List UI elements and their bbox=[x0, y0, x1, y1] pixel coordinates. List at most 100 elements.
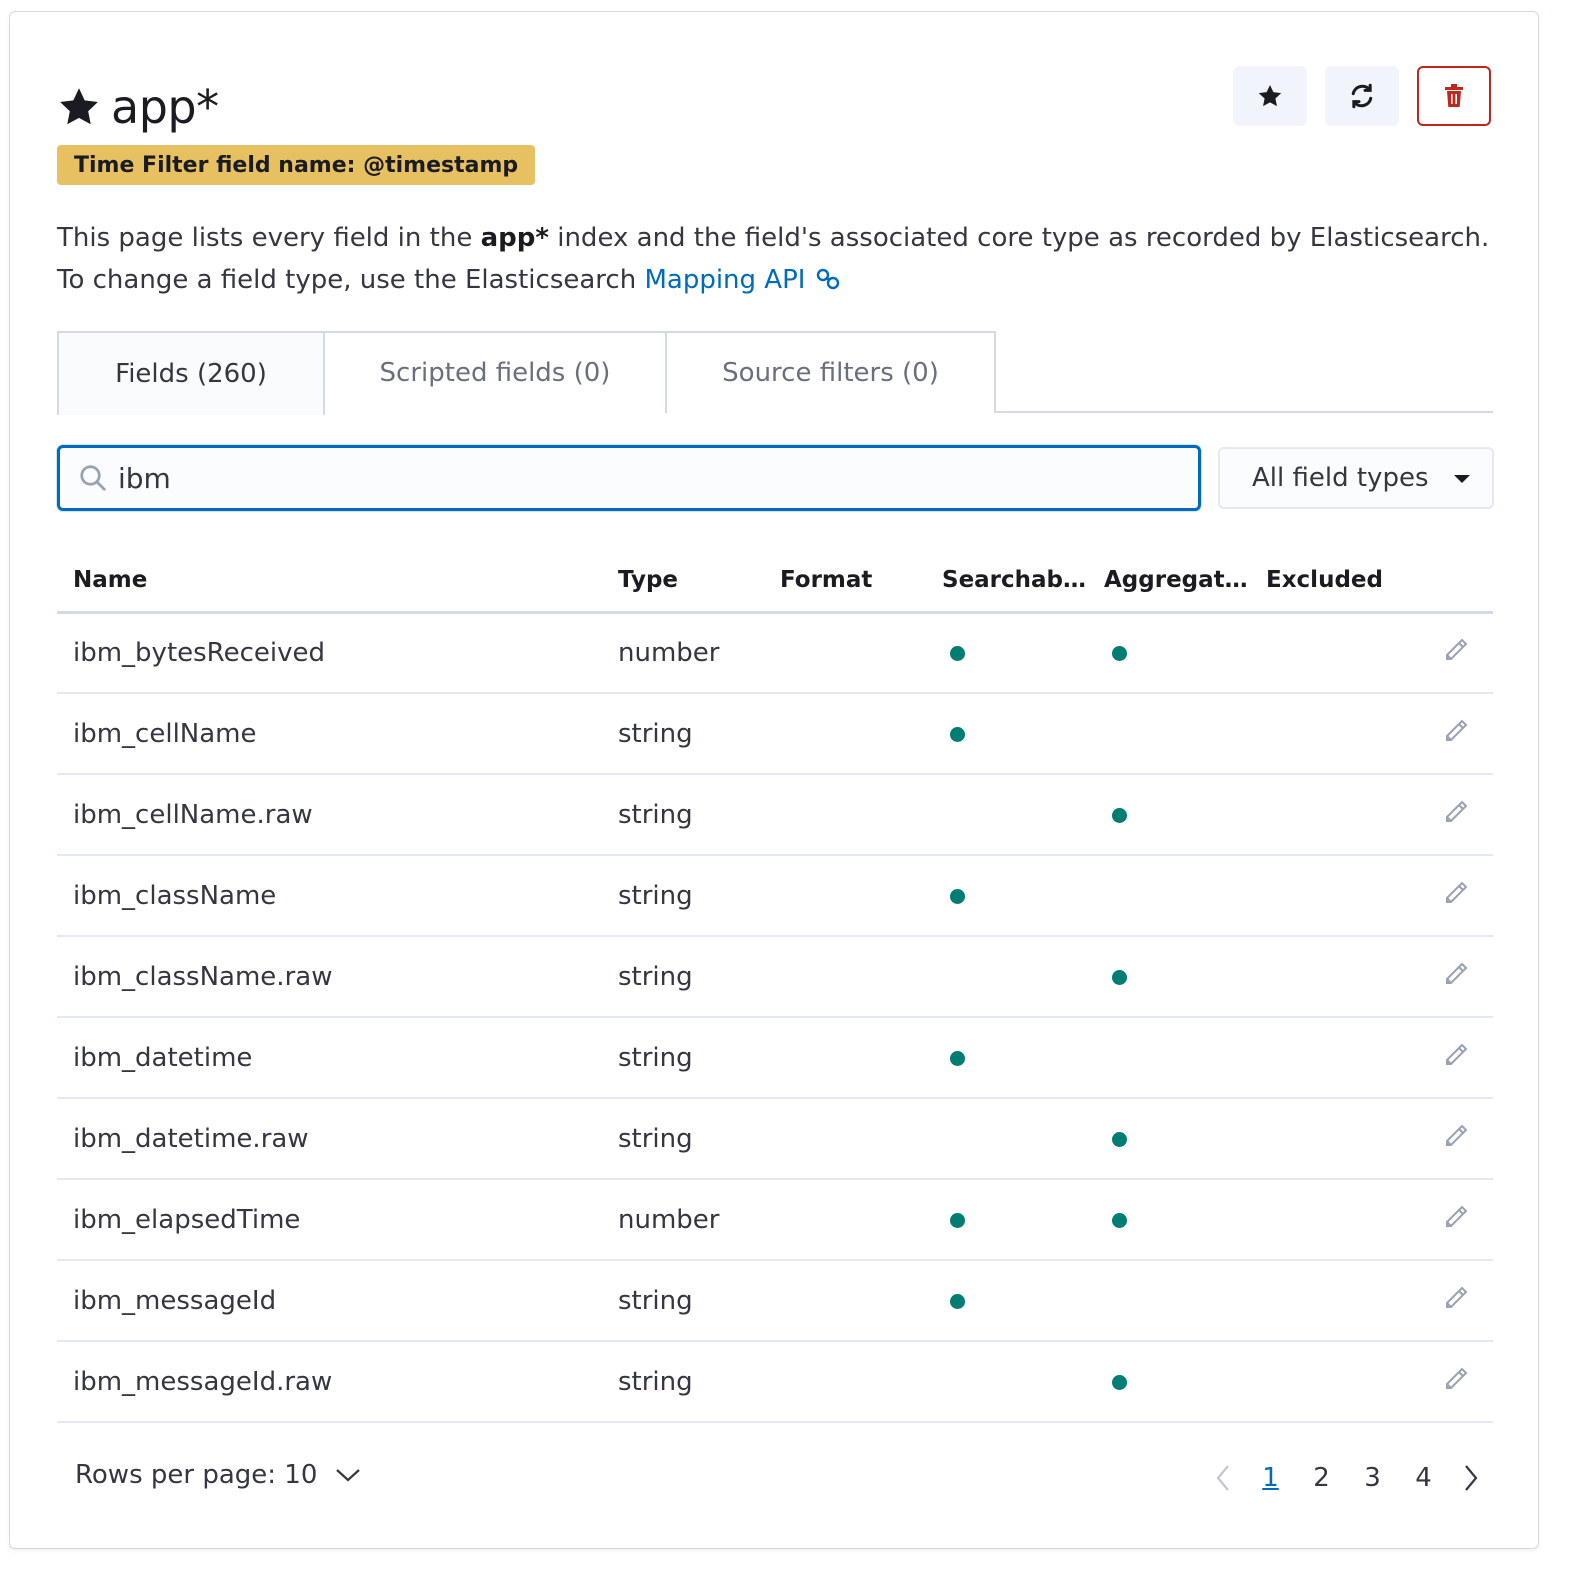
pencil-icon[interactable] bbox=[1441, 876, 1473, 908]
excluded-cell bbox=[1250, 612, 1412, 694]
chevron-right-icon bbox=[1465, 1465, 1478, 1491]
dot-icon bbox=[950, 726, 965, 742]
aggregatable-cell bbox=[1088, 1098, 1250, 1180]
edit-cell bbox=[1412, 855, 1493, 937]
star-icon bbox=[1258, 84, 1282, 107]
dot-icon bbox=[950, 1212, 965, 1228]
page-1-button[interactable]: 1 bbox=[1245, 1456, 1296, 1500]
field-name-cell: ibm_datetime.raw bbox=[57, 1098, 602, 1180]
previous-page-button[interactable] bbox=[1201, 1456, 1245, 1500]
table-row: ibm_className string bbox=[57, 855, 1493, 937]
aggregatable-cell bbox=[1088, 936, 1250, 1018]
column-header-type[interactable]: Type bbox=[602, 549, 764, 614]
table-row: ibm_messageId.raw string bbox=[57, 1341, 1493, 1423]
column-header-searchable[interactable]: Searchab... bbox=[926, 549, 1088, 614]
default-star-icon bbox=[60, 88, 98, 125]
searchable-cell bbox=[926, 1179, 1088, 1261]
dot-icon bbox=[1112, 1131, 1127, 1147]
dot-icon bbox=[950, 1293, 965, 1309]
pencil-icon[interactable] bbox=[1441, 1200, 1473, 1232]
pencil-icon[interactable] bbox=[1441, 633, 1473, 665]
refresh-icon bbox=[1351, 83, 1373, 109]
field-name-cell: ibm_datetime bbox=[57, 1017, 602, 1099]
delete-index-pattern-button[interactable] bbox=[1417, 66, 1491, 126]
tab-scripted-fields[interactable]: Scripted fields (0) bbox=[323, 331, 667, 413]
edit-cell bbox=[1412, 1098, 1493, 1180]
table-row: ibm_elapsedTime number bbox=[57, 1179, 1493, 1261]
page-4-button[interactable]: 4 bbox=[1398, 1456, 1449, 1500]
field-type-cell: string bbox=[602, 1017, 764, 1099]
field-type-filter[interactable]: All field types bbox=[1218, 447, 1494, 509]
table-row: ibm_cellName string bbox=[57, 693, 1493, 775]
field-type-filter-value: All field types bbox=[1252, 463, 1429, 493]
index-pattern-panel: app* Time Filter field name: @timestamp … bbox=[9, 11, 1539, 1549]
chevron-down-icon bbox=[336, 1469, 361, 1482]
column-header-excluded[interactable]: Excluded bbox=[1250, 549, 1412, 614]
external-link-icon bbox=[816, 268, 839, 290]
chevron-left-icon bbox=[1216, 1465, 1229, 1491]
column-header-name[interactable]: Name bbox=[57, 549, 602, 614]
fields-table: Name Type Format Searchab... Aggregat...… bbox=[57, 549, 1493, 1423]
searchable-cell bbox=[926, 936, 1088, 1018]
excluded-cell bbox=[1250, 774, 1412, 856]
searchable-cell bbox=[926, 693, 1088, 775]
edit-cell bbox=[1412, 936, 1493, 1018]
dot-icon bbox=[950, 888, 965, 904]
pencil-icon[interactable] bbox=[1441, 957, 1473, 989]
field-format-cell bbox=[764, 693, 926, 775]
table-row: ibm_messageId string bbox=[57, 1260, 1493, 1342]
tab-fields[interactable]: Fields (260) bbox=[57, 331, 325, 415]
column-header-aggregatable[interactable]: Aggregat... bbox=[1088, 549, 1250, 614]
trash-icon bbox=[1445, 84, 1463, 107]
table-row: ibm_bytesReceived number bbox=[57, 612, 1493, 694]
tab-source-filters[interactable]: Source filters (0) bbox=[665, 331, 996, 413]
field-search-input[interactable] bbox=[118, 461, 1118, 495]
table-row: ibm_cellName.raw string bbox=[57, 774, 1493, 856]
column-header-format[interactable]: Format bbox=[764, 549, 926, 614]
pencil-icon[interactable] bbox=[1441, 1119, 1473, 1151]
aggregatable-cell bbox=[1088, 1341, 1250, 1423]
searchable-cell bbox=[926, 1260, 1088, 1342]
field-format-cell bbox=[764, 612, 926, 694]
field-format-cell bbox=[764, 1179, 926, 1261]
searchable-cell bbox=[926, 1017, 1088, 1099]
aggregatable-cell bbox=[1088, 774, 1250, 856]
table-footer: Rows per page: 10 1 2 3 4 bbox=[57, 1448, 1493, 1508]
next-page-button[interactable] bbox=[1449, 1456, 1493, 1500]
pencil-icon[interactable] bbox=[1441, 1038, 1473, 1070]
field-type-cell: string bbox=[602, 693, 764, 775]
caret-down-icon bbox=[1454, 475, 1470, 483]
page-title: app* bbox=[111, 80, 219, 134]
pencil-icon[interactable] bbox=[1441, 795, 1473, 827]
mapping-api-link[interactable]: Mapping API bbox=[644, 265, 841, 295]
edit-cell bbox=[1412, 693, 1493, 775]
field-name-cell: ibm_className.raw bbox=[57, 936, 602, 1018]
pencil-icon[interactable] bbox=[1441, 1362, 1473, 1394]
set-default-button[interactable] bbox=[1233, 66, 1307, 126]
field-name-cell: ibm_cellName bbox=[57, 693, 602, 775]
field-type-cell: string bbox=[602, 1098, 764, 1180]
page-3-button[interactable]: 3 bbox=[1347, 1456, 1398, 1500]
pencil-icon[interactable] bbox=[1441, 1281, 1473, 1313]
description-index-name: app* bbox=[480, 223, 549, 253]
table-header-row: Name Type Format Searchab... Aggregat...… bbox=[57, 549, 1493, 614]
refresh-fields-button[interactable] bbox=[1325, 66, 1399, 126]
field-name-cell: ibm_messageId.raw bbox=[57, 1341, 602, 1423]
field-type-cell: string bbox=[602, 855, 764, 937]
field-format-cell bbox=[764, 1260, 926, 1342]
field-format-cell bbox=[764, 1341, 926, 1423]
field-format-cell bbox=[764, 1098, 926, 1180]
time-filter-badge: Time Filter field name: @timestamp bbox=[57, 145, 536, 185]
field-name-cell: ibm_className bbox=[57, 855, 602, 937]
dot-icon bbox=[1112, 1212, 1127, 1228]
pencil-icon[interactable] bbox=[1441, 714, 1473, 746]
field-type-cell: number bbox=[602, 1179, 764, 1261]
table-row: ibm_datetime string bbox=[57, 1017, 1493, 1099]
field-name-cell: ibm_cellName.raw bbox=[57, 774, 602, 856]
field-format-cell bbox=[764, 1017, 926, 1099]
rows-per-page-button[interactable]: Rows per page: 10 bbox=[75, 1460, 361, 1490]
page-2-button[interactable]: 2 bbox=[1296, 1456, 1347, 1500]
field-format-cell bbox=[764, 774, 926, 856]
searchable-cell bbox=[926, 1098, 1088, 1180]
excluded-cell bbox=[1250, 1017, 1412, 1099]
